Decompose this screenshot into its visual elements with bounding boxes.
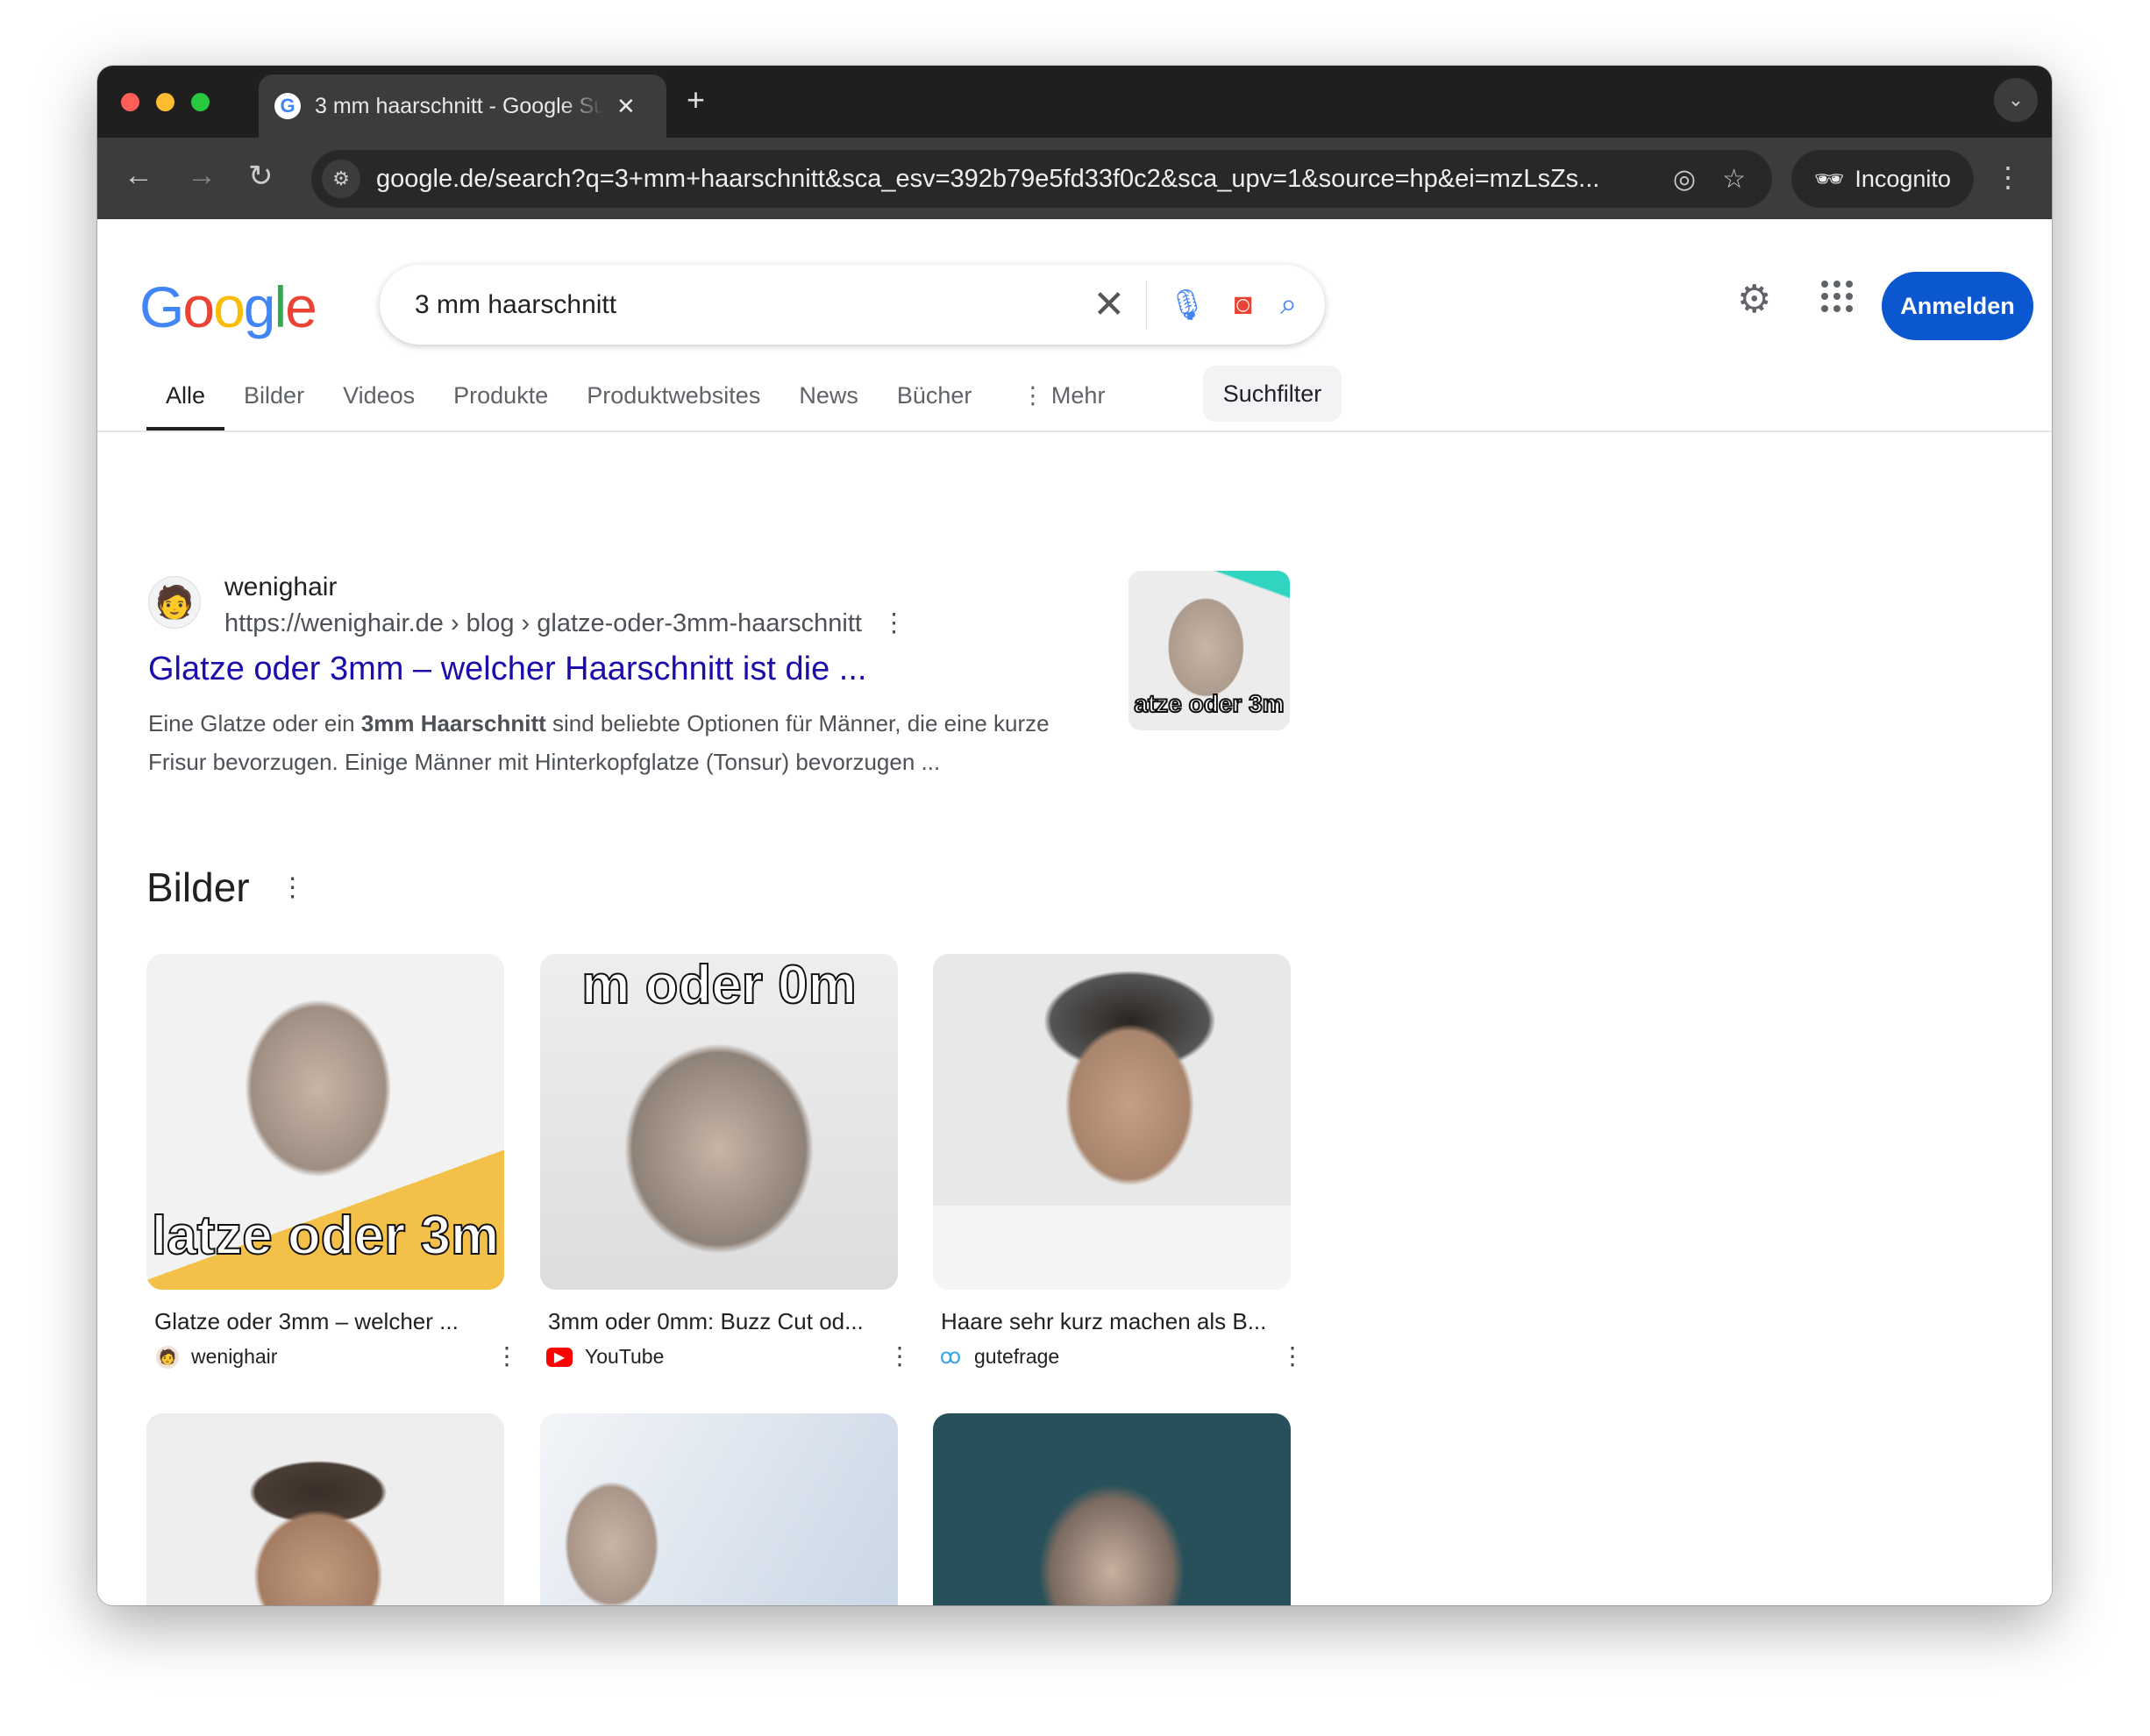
reload-icon[interactable]: ↻: [248, 159, 274, 194]
close-tab-icon[interactable]: ✕: [616, 93, 636, 120]
back-icon[interactable]: ←: [124, 159, 153, 193]
images-section-heading: Bilder ⋮: [146, 864, 306, 911]
images-more-icon[interactable]: ⋮: [280, 872, 306, 903]
tab-produktwebsites[interactable]: Produktwebsites: [567, 375, 780, 431]
browser-window: G 3 mm haarschnitt - Google Suche ✕ + ⌄ …: [97, 66, 2052, 1605]
image-result-1[interactable]: latze oder 3m: [146, 954, 504, 1290]
result-thumbnail[interactable]: atze oder 3m: [1128, 571, 1290, 730]
search-icon[interactable]: ⌕: [1280, 288, 1297, 322]
settings-gear-icon[interactable]: ⚙: [1737, 277, 1771, 322]
new-tab-icon[interactable]: +: [687, 82, 705, 118]
image-result-6[interactable]: [933, 1413, 1291, 1605]
tab-bilder[interactable]: Bilder: [224, 375, 324, 431]
minimize-window-button[interactable]: [156, 93, 174, 111]
incognito-icon: 🕶: [1814, 166, 1845, 192]
result-snippet: Eine Glatze oder ein 3mm Haarschnitt sin…: [148, 704, 1113, 781]
thumbnail-caption: atze oder 3m: [1133, 690, 1285, 718]
google-favicon-icon: G: [274, 93, 301, 119]
image-more-icon[interactable]: ⋮: [495, 1341, 519, 1370]
tab-videos[interactable]: Videos: [324, 375, 434, 431]
more-vert-icon: ⋮: [1021, 382, 1051, 409]
tab-buecher[interactable]: Bücher: [878, 375, 992, 431]
tab-title: 3 mm haarschnitt - Google Suche: [315, 93, 604, 118]
image-source[interactable]: 🧑 wenighair: [156, 1345, 277, 1369]
toolbar: ← → ↻ ⚙ google.de/search?q=3+mm+haarschn…: [97, 138, 2052, 219]
google-lens-icon[interactable]: ◙: [1234, 288, 1252, 322]
clear-icon[interactable]: ✕: [1093, 282, 1125, 327]
tab-news[interactable]: News: [780, 375, 878, 431]
gutefrage-icon: ꝏ: [939, 1345, 962, 1369]
site-info-icon[interactable]: ⚙: [322, 160, 360, 198]
youtube-icon: ▶: [546, 1347, 573, 1367]
sign-in-button[interactable]: Anmelden: [1882, 272, 2033, 340]
image-caption[interactable]: 3mm oder 0mm: Buzz Cut od...: [548, 1308, 899, 1335]
tab-alle[interactable]: Alle: [146, 375, 225, 431]
star-icon[interactable]: ☆: [1722, 164, 1746, 195]
address-bar[interactable]: ⚙ google.de/search?q=3+mm+haarschnitt&sc…: [311, 150, 1772, 208]
image-result-4[interactable]: [146, 1413, 504, 1605]
result-more-icon[interactable]: ⋮: [881, 609, 907, 637]
close-window-button[interactable]: [121, 93, 139, 111]
result-site-name[interactable]: wenighair: [224, 573, 337, 602]
tab-bar: G 3 mm haarschnitt - Google Suche ✕ + ⌄: [97, 66, 2052, 138]
wenighair-icon: 🧑: [156, 1345, 179, 1369]
source-label: gutefrage: [974, 1345, 1060, 1368]
source-label: YouTube: [585, 1345, 665, 1368]
search-input[interactable]: 3 mm haarschnitt: [415, 290, 1093, 320]
tab-search-chevron-icon[interactable]: ⌄: [1994, 78, 2038, 122]
url-text[interactable]: google.de/search?q=3+mm+haarschnitt&sca_…: [376, 165, 1673, 194]
image-result-3[interactable]: [933, 954, 1291, 1290]
google-logo[interactable]: Google: [139, 274, 317, 340]
zoom-window-button[interactable]: [191, 93, 210, 111]
snippet-bold: 3mm Haarschnitt: [360, 710, 546, 736]
tabs-divider: [97, 430, 2052, 432]
apps-grid-icon[interactable]: [1821, 281, 1853, 312]
image-source[interactable]: ▶ YouTube: [546, 1345, 664, 1369]
image-caption[interactable]: Glatze oder 3mm – welcher ...: [154, 1308, 505, 1335]
search-box[interactable]: 3 mm haarschnitt ✕ 🎙 ◙ ⌕: [380, 265, 1325, 345]
image-result-5[interactable]: [540, 1413, 898, 1605]
image-result-2[interactable]: m oder 0m: [540, 954, 898, 1290]
incognito-label: Incognito: [1855, 165, 1951, 192]
tab-mehr[interactable]: ⋮ Mehr: [1001, 375, 1124, 431]
eye-off-icon[interactable]: ◎: [1673, 164, 1696, 195]
result-breadcrumb[interactable]: https://wenighair.de › blog › glatze-ode…: [224, 608, 907, 638]
image-more-icon[interactable]: ⋮: [1280, 1341, 1305, 1370]
incognito-badge[interactable]: 🕶 Incognito: [1791, 150, 1974, 208]
image-source[interactable]: ꝏ gutefrage: [939, 1345, 1059, 1369]
source-label: wenighair: [191, 1345, 278, 1368]
tab-mehr-label: Mehr: [1050, 382, 1106, 409]
images-heading: Bilder: [146, 864, 250, 910]
result-url: https://wenighair.de › blog › glatze-ode…: [224, 609, 862, 637]
wenighair-favicon-icon: 🧑: [148, 576, 201, 629]
tab-produkte[interactable]: Produkte: [434, 375, 567, 431]
image-overlay-text: latze oder 3m: [151, 1205, 500, 1267]
image-overlay-text: m oder 0m: [580, 954, 858, 1016]
snippet-text: Eine Glatze oder ein: [148, 710, 361, 736]
browser-menu-icon[interactable]: ⋮: [1994, 160, 2022, 194]
search-filter-button[interactable]: Suchfilter: [1203, 366, 1342, 422]
search-divider: [1146, 280, 1148, 330]
browser-tab[interactable]: G 3 mm haarschnitt - Google Suche ✕: [259, 75, 666, 138]
microphone-icon[interactable]: 🎙: [1168, 288, 1206, 323]
image-caption[interactable]: Haare sehr kurz machen als B...: [941, 1308, 1292, 1335]
result-title-link[interactable]: Glatze oder 3mm – welcher Haarschnitt is…: [148, 651, 866, 688]
forward-icon[interactable]: →: [187, 159, 217, 193]
search-page: Google 3 mm haarschnitt ✕ 🎙 ◙ ⌕ ⚙ Anmeld…: [97, 219, 2052, 1605]
image-more-icon[interactable]: ⋮: [887, 1341, 912, 1370]
search-tabs: Alle Bilder Videos Produkte Produktwebsi…: [146, 375, 1124, 431]
